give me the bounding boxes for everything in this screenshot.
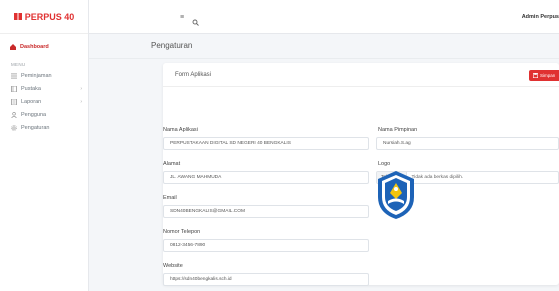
sidebar-item-pustaka[interactable]: Pustaka › <box>0 80 88 93</box>
chevron-right-icon: › <box>80 98 82 105</box>
app-name-label: Nama Aplikasi <box>163 127 198 133</box>
website-label: Website <box>163 263 183 269</box>
sidebar-item-label: Laporan <box>21 98 42 105</box>
sidebar-item-laporan[interactable]: Laporan › <box>0 93 88 106</box>
divider <box>89 58 559 59</box>
sidebar-item-peminjaman[interactable]: Peminjaman <box>0 67 88 80</box>
school-logo <box>374 169 418 221</box>
dashboard-icon <box>10 44 16 50</box>
topbar: ≡ Admin Perpus <box>89 0 559 34</box>
website-input[interactable]: https://sdn40bengkalis.sch.id <box>163 273 369 286</box>
list-icon <box>11 73 17 79</box>
save-button[interactable]: Simpan <box>529 70 559 81</box>
phone-label: Nomor Telepon <box>163 229 201 235</box>
email-label: Email <box>163 195 177 201</box>
logo-label: Logo <box>378 161 391 167</box>
address-input[interactable]: JL. AWANG MAHMUDA <box>163 171 369 184</box>
sidebar-item-label: Pengguna <box>21 111 47 118</box>
search-icon[interactable] <box>192 13 199 31</box>
card-header: Form Aplikasi Simpan <box>163 63 559 87</box>
gear-icon <box>11 124 17 131</box>
save-icon <box>533 73 538 78</box>
sidebar-item-label: Pustaka <box>21 85 41 92</box>
book-icon <box>11 85 17 92</box>
app-name-input[interactable]: PERPUSTAKAAN DIGITAL SD NEGERI 40 BENGKA… <box>163 137 369 150</box>
page-title: Pengaturan <box>151 41 193 50</box>
chevron-right-icon: › <box>80 85 82 92</box>
address-label: Alamat <box>163 161 181 167</box>
sidebar-item-label: Pengaturan <box>21 124 50 131</box>
users-icon <box>11 111 17 118</box>
report-icon <box>11 98 17 105</box>
save-button-label: Simpan <box>540 73 556 78</box>
brand-name: PERPUS 40 <box>24 11 75 22</box>
email-input[interactable]: SDN40BENGKALIS@GMAIL.COM <box>163 205 369 218</box>
sidebar-item-label: Dashboard <box>20 44 49 50</box>
card-title: Form Aplikasi <box>175 72 212 78</box>
sidebar-item-dashboard[interactable]: Dashboard <box>0 34 88 50</box>
sidebar-item-label: Peminjaman <box>21 72 52 79</box>
leader-input[interactable]: Nursiah.S.ag <box>376 137 559 150</box>
brand[interactable]: PERPUS 40 <box>0 0 88 34</box>
phone-input[interactable]: 0812-3456-7890 <box>163 239 369 252</box>
sidebar-item-pengguna[interactable]: Pengguna <box>0 106 88 119</box>
leader-label: Nama Pimpinan <box>378 127 418 133</box>
menu-icon[interactable]: ≡ <box>180 14 184 21</box>
sidebar-section-label: MENU <box>11 62 26 67</box>
sidebar: PERPUS 40 Dashboard MENU Peminjaman Pust… <box>0 0 89 291</box>
sidebar-item-pengaturan[interactable]: Pengaturan <box>0 119 88 132</box>
book-icon <box>13 13 22 20</box>
user-menu[interactable]: Admin Perpus <box>522 14 559 20</box>
